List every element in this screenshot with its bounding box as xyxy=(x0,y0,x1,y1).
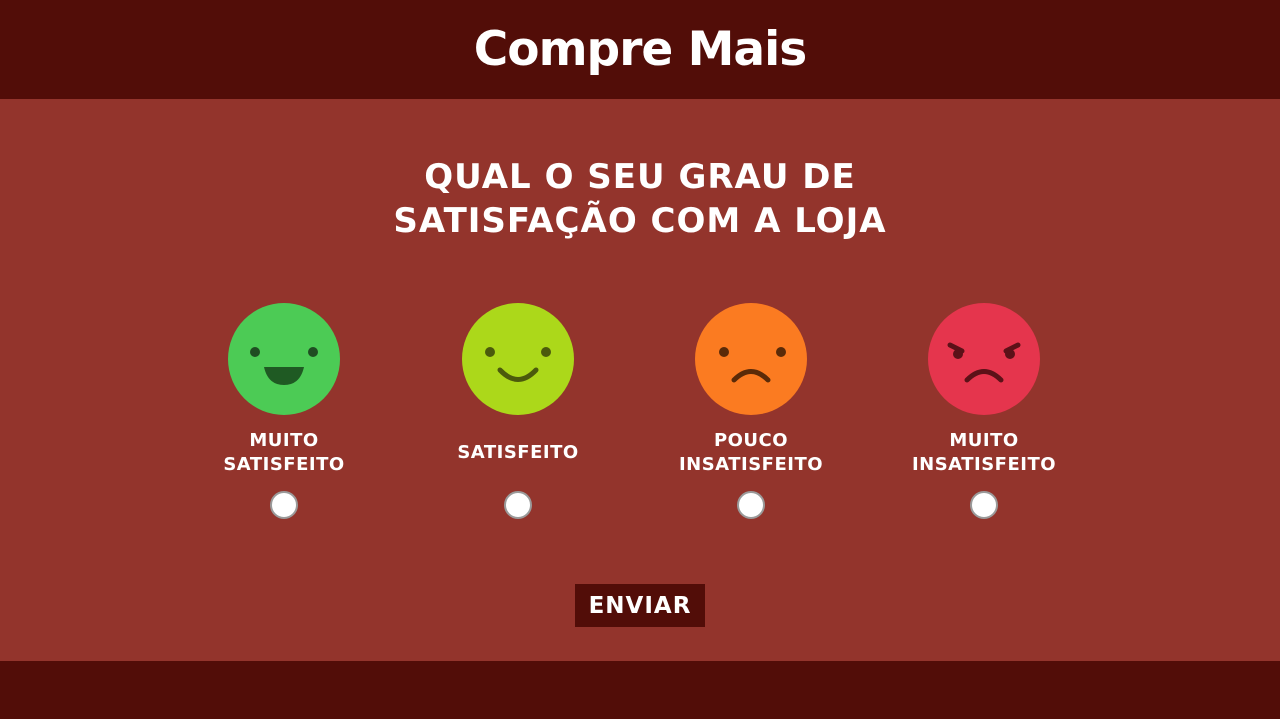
survey-title: QUAL O SEU GRAU DE SATISFAÇÃO COM A LOJA xyxy=(290,155,990,243)
survey-title-line-1: QUAL O SEU GRAU DE xyxy=(424,157,856,197)
option-label: MUITO INSATISFEITO xyxy=(884,427,1084,479)
option-label-line-2: INSATISFEITO xyxy=(678,454,824,475)
happy-face-icon xyxy=(462,303,574,415)
submit-button[interactable]: ENVIAR xyxy=(575,584,705,627)
option-label: MUITO SATISFEITO xyxy=(184,427,384,479)
option-very-dissatisfied: MUITO INSATISFEITO xyxy=(884,303,1084,523)
logo-text: Compre Mais xyxy=(473,22,807,77)
logo: Compre Mais xyxy=(440,16,840,84)
option-very-satisfied: MUITO SATISFEITO xyxy=(184,303,384,523)
radio-very-dissatisfied[interactable] xyxy=(970,491,998,519)
footer-bar xyxy=(0,661,1280,719)
option-slightly-dissatisfied: POUCO INSATISFEITO xyxy=(651,303,851,523)
option-label-line-1: POUCO xyxy=(713,430,789,451)
option-label-line-1: MUITO xyxy=(949,430,1019,451)
option-satisfied: SATISFEITO xyxy=(418,303,618,523)
radio-very-satisfied[interactable] xyxy=(270,491,298,519)
sad-face-icon xyxy=(695,303,807,415)
radio-slightly-dissatisfied[interactable] xyxy=(737,491,765,519)
option-label: POUCO INSATISFEITO xyxy=(651,427,851,479)
radio-satisfied[interactable] xyxy=(504,491,532,519)
option-label-line-2: INSATISFEITO xyxy=(911,454,1057,475)
option-label-line-1: SATISFEITO xyxy=(457,442,579,463)
very-happy-face-icon xyxy=(228,303,340,415)
option-label: SATISFEITO xyxy=(418,427,618,479)
option-label-line-2: SATISFEITO xyxy=(223,454,345,475)
option-label-line-1: MUITO xyxy=(249,430,319,451)
angry-face-icon xyxy=(928,303,1040,415)
survey-title-line-2: SATISFAÇÃO COM A LOJA xyxy=(393,201,887,241)
header-bar: Compre Mais xyxy=(0,0,1280,99)
